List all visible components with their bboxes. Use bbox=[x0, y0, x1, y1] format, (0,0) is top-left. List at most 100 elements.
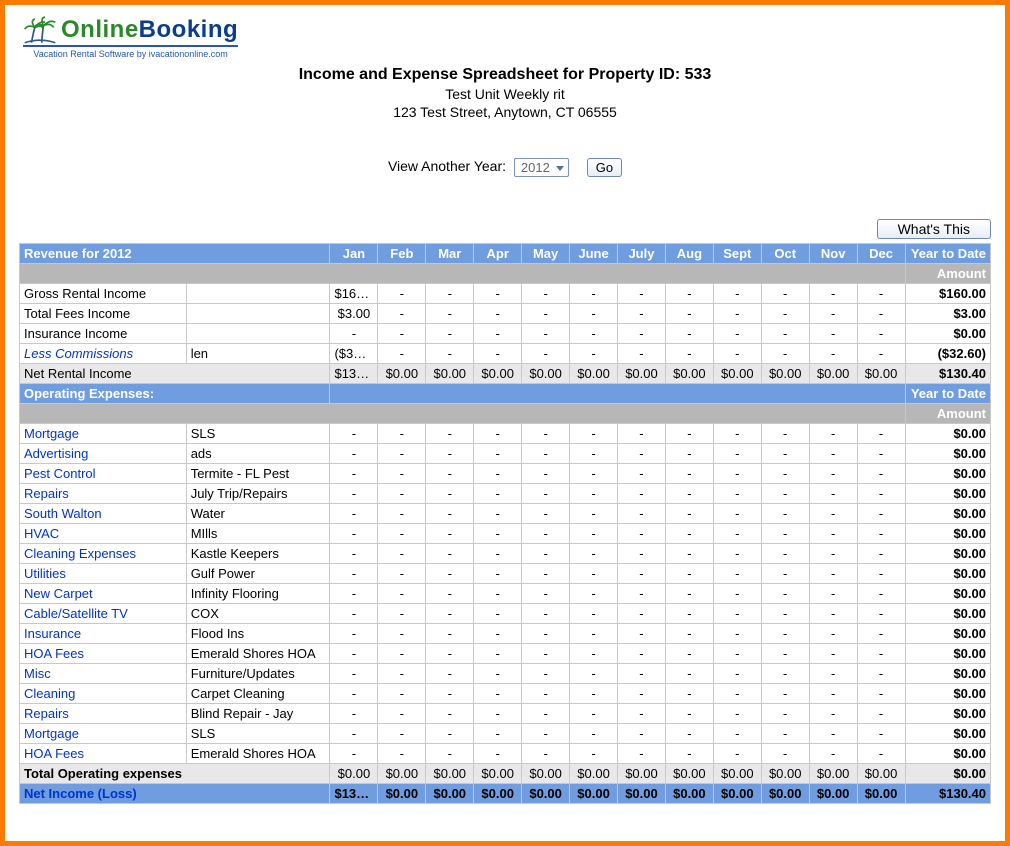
cell: - bbox=[809, 524, 857, 544]
expense-row-label[interactable]: Repairs bbox=[20, 484, 187, 504]
expense-row-vendor: Furniture/Updates bbox=[186, 664, 330, 684]
expense-row-label[interactable]: Cleaning bbox=[20, 684, 187, 704]
cell: - bbox=[426, 684, 474, 704]
revenue-header: Revenue for 2012 bbox=[20, 244, 330, 264]
cell: - bbox=[809, 284, 857, 304]
expense-row-label[interactable]: Repairs bbox=[20, 704, 187, 724]
cell: - bbox=[713, 664, 761, 684]
cell: - bbox=[665, 604, 713, 624]
cell: - bbox=[474, 484, 522, 504]
expense-row-vendor: Blind Repair - Jay bbox=[186, 704, 330, 724]
cell: - bbox=[713, 304, 761, 324]
cell: - bbox=[570, 744, 618, 764]
cell: - bbox=[618, 464, 666, 484]
cell: $0.00 bbox=[618, 784, 666, 804]
cell: - bbox=[570, 604, 618, 624]
cell: - bbox=[761, 444, 809, 464]
cell: - bbox=[857, 564, 905, 584]
expense-row-label[interactable]: Misc bbox=[20, 664, 187, 684]
expense-row-label[interactable]: HOA Fees bbox=[20, 744, 187, 764]
cell: - bbox=[426, 544, 474, 564]
expense-row-label[interactable]: Cleaning Expenses bbox=[20, 544, 187, 564]
cell: $0.00 bbox=[809, 784, 857, 804]
cell: - bbox=[474, 644, 522, 664]
cell: - bbox=[378, 584, 426, 604]
cell: $0.00 bbox=[474, 364, 522, 384]
cell: - bbox=[522, 524, 570, 544]
year-select[interactable]: 2012 bbox=[514, 158, 569, 177]
revenue-row-vendor bbox=[186, 284, 330, 304]
expense-row-label[interactable]: HVAC bbox=[20, 524, 187, 544]
cell: - bbox=[330, 524, 378, 544]
cell: $0.00 bbox=[522, 784, 570, 804]
expense-row-label[interactable]: Advertising bbox=[20, 444, 187, 464]
cell: - bbox=[761, 684, 809, 704]
revenue-row-label[interactable]: Less Commissions bbox=[20, 344, 187, 364]
ytd-cell: $0.00 bbox=[905, 744, 990, 764]
cell: - bbox=[330, 704, 378, 724]
expense-row-label[interactable]: South Walton bbox=[20, 504, 187, 524]
cell: - bbox=[857, 304, 905, 324]
cell: - bbox=[426, 704, 474, 724]
cell: - bbox=[474, 724, 522, 744]
expense-row-label[interactable]: Pest Control bbox=[20, 464, 187, 484]
cell: - bbox=[665, 744, 713, 764]
cell: - bbox=[713, 464, 761, 484]
revenue-row-vendor bbox=[186, 304, 330, 324]
cell: - bbox=[713, 604, 761, 624]
expense-row-label[interactable]: New Carpet bbox=[20, 584, 187, 604]
cell: - bbox=[426, 504, 474, 524]
cell: - bbox=[665, 424, 713, 444]
expense-row-label[interactable]: Insurance bbox=[20, 624, 187, 644]
cell: - bbox=[713, 444, 761, 464]
cell: - bbox=[426, 424, 474, 444]
month-header: Oct bbox=[761, 244, 809, 264]
expense-row-label[interactable]: Mortgage bbox=[20, 424, 187, 444]
cell: - bbox=[809, 324, 857, 344]
cell: - bbox=[713, 724, 761, 744]
cell: - bbox=[378, 624, 426, 644]
cell: - bbox=[378, 544, 426, 564]
cell: - bbox=[857, 584, 905, 604]
cell: $0.00 bbox=[857, 764, 905, 784]
total-operating-label: Total Operating expenses bbox=[20, 764, 330, 784]
cell: - bbox=[857, 464, 905, 484]
cell: - bbox=[474, 284, 522, 304]
cell: $130.40 bbox=[330, 364, 378, 384]
cell: - bbox=[426, 344, 474, 364]
cell: - bbox=[570, 664, 618, 684]
expense-row-label[interactable]: Mortgage bbox=[20, 724, 187, 744]
revenue-row-vendor bbox=[186, 324, 330, 344]
cell: - bbox=[474, 584, 522, 604]
cell: - bbox=[618, 624, 666, 644]
cell: - bbox=[713, 624, 761, 644]
cell: - bbox=[522, 424, 570, 444]
expense-row-vendor: Emerald Shores HOA bbox=[186, 644, 330, 664]
expense-row-label[interactable]: HOA Fees bbox=[20, 644, 187, 664]
cell: $0.00 bbox=[857, 784, 905, 804]
cell: - bbox=[426, 664, 474, 684]
go-button[interactable]: Go bbox=[587, 158, 622, 177]
cell: $0.00 bbox=[378, 784, 426, 804]
cell: - bbox=[474, 424, 522, 444]
whats-this-button[interactable]: What's This bbox=[877, 219, 991, 239]
ytd-cell: $0.00 bbox=[905, 684, 990, 704]
month-header: Feb bbox=[378, 244, 426, 264]
cell: - bbox=[713, 344, 761, 364]
expense-row-label[interactable]: Cable/Satellite TV bbox=[20, 604, 187, 624]
cell: $0.00 bbox=[713, 764, 761, 784]
cell: - bbox=[330, 584, 378, 604]
cell: - bbox=[378, 304, 426, 324]
cell: - bbox=[761, 544, 809, 564]
cell: - bbox=[570, 624, 618, 644]
cell: $0.00 bbox=[474, 764, 522, 784]
cell: $0.00 bbox=[570, 764, 618, 784]
cell: - bbox=[665, 664, 713, 684]
cell: $0.00 bbox=[378, 764, 426, 784]
cell: $0.00 bbox=[426, 364, 474, 384]
expense-row-label[interactable]: Utilities bbox=[20, 564, 187, 584]
cell: - bbox=[618, 444, 666, 464]
logo: OnlineBooking Vacation Rental Software b… bbox=[19, 13, 242, 59]
cell: - bbox=[378, 484, 426, 504]
cell: $0.00 bbox=[618, 364, 666, 384]
